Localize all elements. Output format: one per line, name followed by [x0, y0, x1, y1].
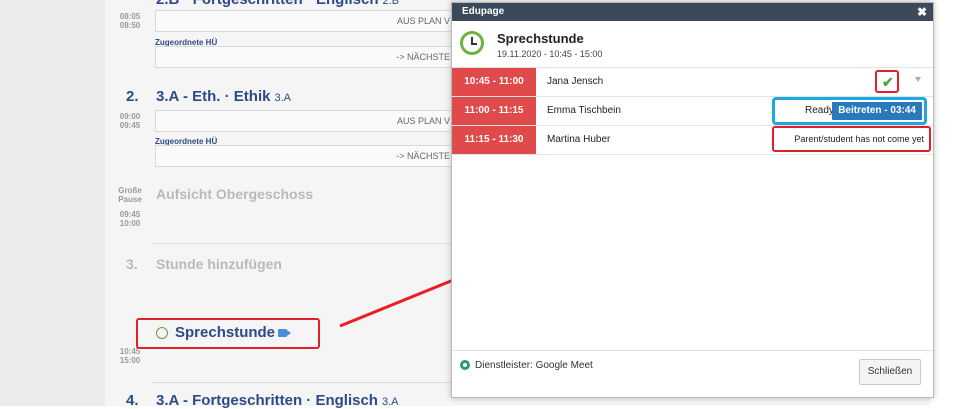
dialog-title-bar: Edupage ✖ [452, 3, 933, 21]
ready-status-highlight: Ready Beitreten - 03:44 [772, 97, 927, 125]
dialog-footer: Dienstleister: Google Meet Schließen [452, 350, 933, 397]
check-icon: ✔ [882, 74, 894, 90]
provider-label: Dienstleister: Google Meet [475, 360, 593, 371]
ready-label: Ready [805, 105, 834, 116]
slot-time: 11:00 - 11:15 [452, 97, 536, 125]
participant-name: Martina Huber [547, 134, 611, 145]
slot-row[interactable]: 11:00 - 11:15 Emma Tischbein Ready Beitr… [452, 97, 933, 126]
dialog-header: Sprechstunde 19.11.2020 - 10:45 - 15:00 [452, 21, 933, 68]
not-arrived-message: Parent/student has not come yet [772, 126, 931, 152]
dialog-subheading: 19.11.2020 - 10:45 - 15:00 [497, 49, 603, 59]
clock-icon [460, 31, 484, 55]
google-meet-icon [460, 360, 470, 370]
slot-row[interactable]: 11:15 - 11:30 Martina Huber Parent/stude… [452, 126, 933, 155]
close-icon[interactable]: ✖ [917, 3, 927, 21]
participant-name: Jana Jensch [547, 76, 604, 87]
join-button[interactable]: Beitreten - 03:44 [832, 102, 922, 120]
slot-time: 11:15 - 11:30 [452, 126, 536, 154]
dialog-window-title: Edupage [462, 6, 505, 17]
close-button[interactable]: Schließen [859, 359, 921, 385]
chevron-down-icon[interactable] [915, 77, 921, 82]
check-status[interactable]: ✔ [875, 70, 899, 93]
slot-row[interactable]: 10:45 - 11:00 Jana Jensch ✔ [452, 68, 933, 97]
edupage-dialog: Edupage ✖ Sprechstunde 19.11.2020 - 10:4… [451, 2, 934, 398]
slot-time: 10:45 - 11:00 [452, 68, 536, 96]
participant-name: Emma Tischbein [547, 105, 621, 116]
dialog-heading: Sprechstunde [497, 31, 584, 46]
